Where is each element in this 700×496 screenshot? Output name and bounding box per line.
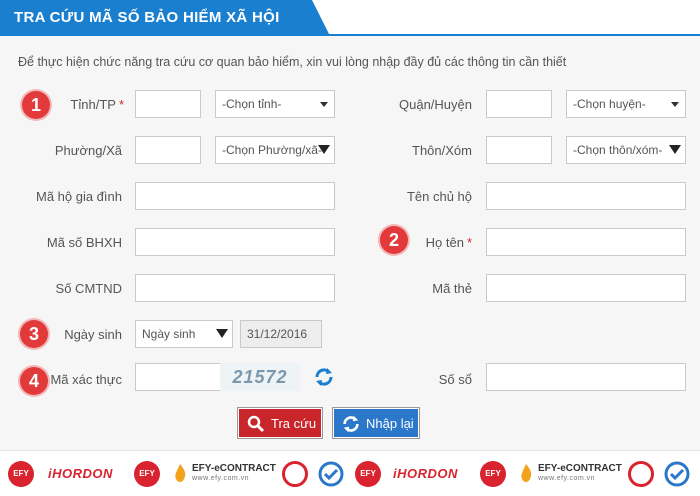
efy-logo: EFY	[480, 451, 506, 496]
efy-logo: EFY	[134, 451, 160, 496]
phuong-select[interactable]: -Chọn Phường/xã-	[215, 136, 335, 164]
search-button[interactable]: Tra cứu	[237, 407, 323, 439]
thon-select[interactable]: -Chọn thôn/xóm-	[566, 136, 686, 164]
efy-logo: EFY	[355, 451, 381, 496]
ngaysinh-type-select[interactable]: Ngày sinh	[135, 320, 233, 348]
quan-label: Quận/Huyện	[399, 97, 472, 112]
efy-logo: EFY	[8, 451, 34, 496]
econtract-logo: EFY-eCONTRACT www.efy.com.vn	[518, 451, 622, 496]
captcha-label: Mã xác thực	[50, 372, 122, 387]
refresh-icon	[343, 415, 359, 433]
thon-code-input[interactable]	[486, 136, 552, 164]
tinh-select[interactable]: -Chọn tỉnh-	[215, 90, 335, 118]
tinh-code-input[interactable]	[135, 90, 201, 118]
flame-icon	[521, 463, 532, 482]
tenchuho-input[interactable]	[486, 182, 686, 210]
page-title: TRA CỨU MÃ SỐ BẢO HIỂM XÃ HỘI	[14, 9, 280, 26]
flame-icon	[175, 463, 186, 482]
cmtnd-input[interactable]	[135, 274, 335, 302]
hoten-label: Họ tên *	[425, 235, 472, 250]
ngaysinh-label: Ngày sinh	[64, 327, 122, 342]
shield-logo	[282, 451, 308, 496]
tenchuho-label: Tên chủ hộ	[406, 189, 472, 204]
hordon-logo: iHORDON	[48, 466, 113, 481]
reset-button[interactable]: Nhập lại	[332, 407, 420, 439]
cmtnd-label: Số CMTND	[55, 281, 122, 296]
footer-logo-strip: EFY iHORDON EFY EFY-eCONTRACT www.efy.com…	[0, 450, 700, 496]
reset-button-label: Nhập lại	[366, 416, 414, 431]
soso-input[interactable]	[486, 363, 686, 391]
mabhxh-input[interactable]	[135, 228, 335, 256]
mabhxh-label: Mã số BHXH	[46, 235, 122, 250]
chevron-down-icon	[318, 145, 330, 154]
soso-label: Số sổ	[438, 372, 472, 387]
hordon-logo: iHORDON	[393, 466, 458, 481]
phuong-code-input[interactable]	[135, 136, 201, 164]
captcha-image: 21572	[220, 363, 300, 391]
captcha-input[interactable]	[135, 363, 221, 391]
search-button-label: Tra cứu	[271, 416, 317, 431]
quan-select[interactable]: -Chọn huyện-	[566, 90, 686, 118]
econtract-logo: EFY-eCONTRACT www.efy.com.vn	[172, 451, 276, 496]
maho-label: Mã hộ gia đình	[35, 189, 122, 204]
search-icon	[247, 415, 265, 433]
mathe-input[interactable]	[486, 274, 686, 302]
chevron-down-icon	[320, 102, 328, 107]
intro-text: Để thực hiện chức năng tra cứu cơ quan b…	[18, 55, 567, 69]
maho-input[interactable]	[135, 182, 335, 210]
refresh-icon[interactable]	[313, 366, 335, 388]
thon-label: Thôn/Xóm	[412, 143, 472, 158]
ngaysinh-date-input[interactable]: 31/12/2016	[240, 320, 322, 348]
quan-code-input[interactable]	[486, 90, 552, 118]
search-panel: TRA CỨU MÃ SỐ BẢO HIỂM XÃ HỘI Để thực hi…	[0, 0, 700, 450]
chevron-down-icon	[216, 329, 228, 338]
phuong-label: Phường/Xã	[54, 143, 122, 158]
check-badge-icon	[664, 451, 690, 496]
header-tab: TRA CỨU MÃ SỐ BẢO HIỂM XÃ HỘI	[0, 0, 330, 36]
tinh-label: Tỉnh/TP *	[70, 97, 124, 112]
hoten-input[interactable]	[486, 228, 686, 256]
chevron-down-icon	[669, 145, 681, 154]
shield-logo	[628, 451, 654, 496]
check-badge-icon	[318, 451, 344, 496]
mathe-label: Mã thẻ	[432, 281, 472, 296]
chevron-down-icon	[671, 102, 679, 107]
